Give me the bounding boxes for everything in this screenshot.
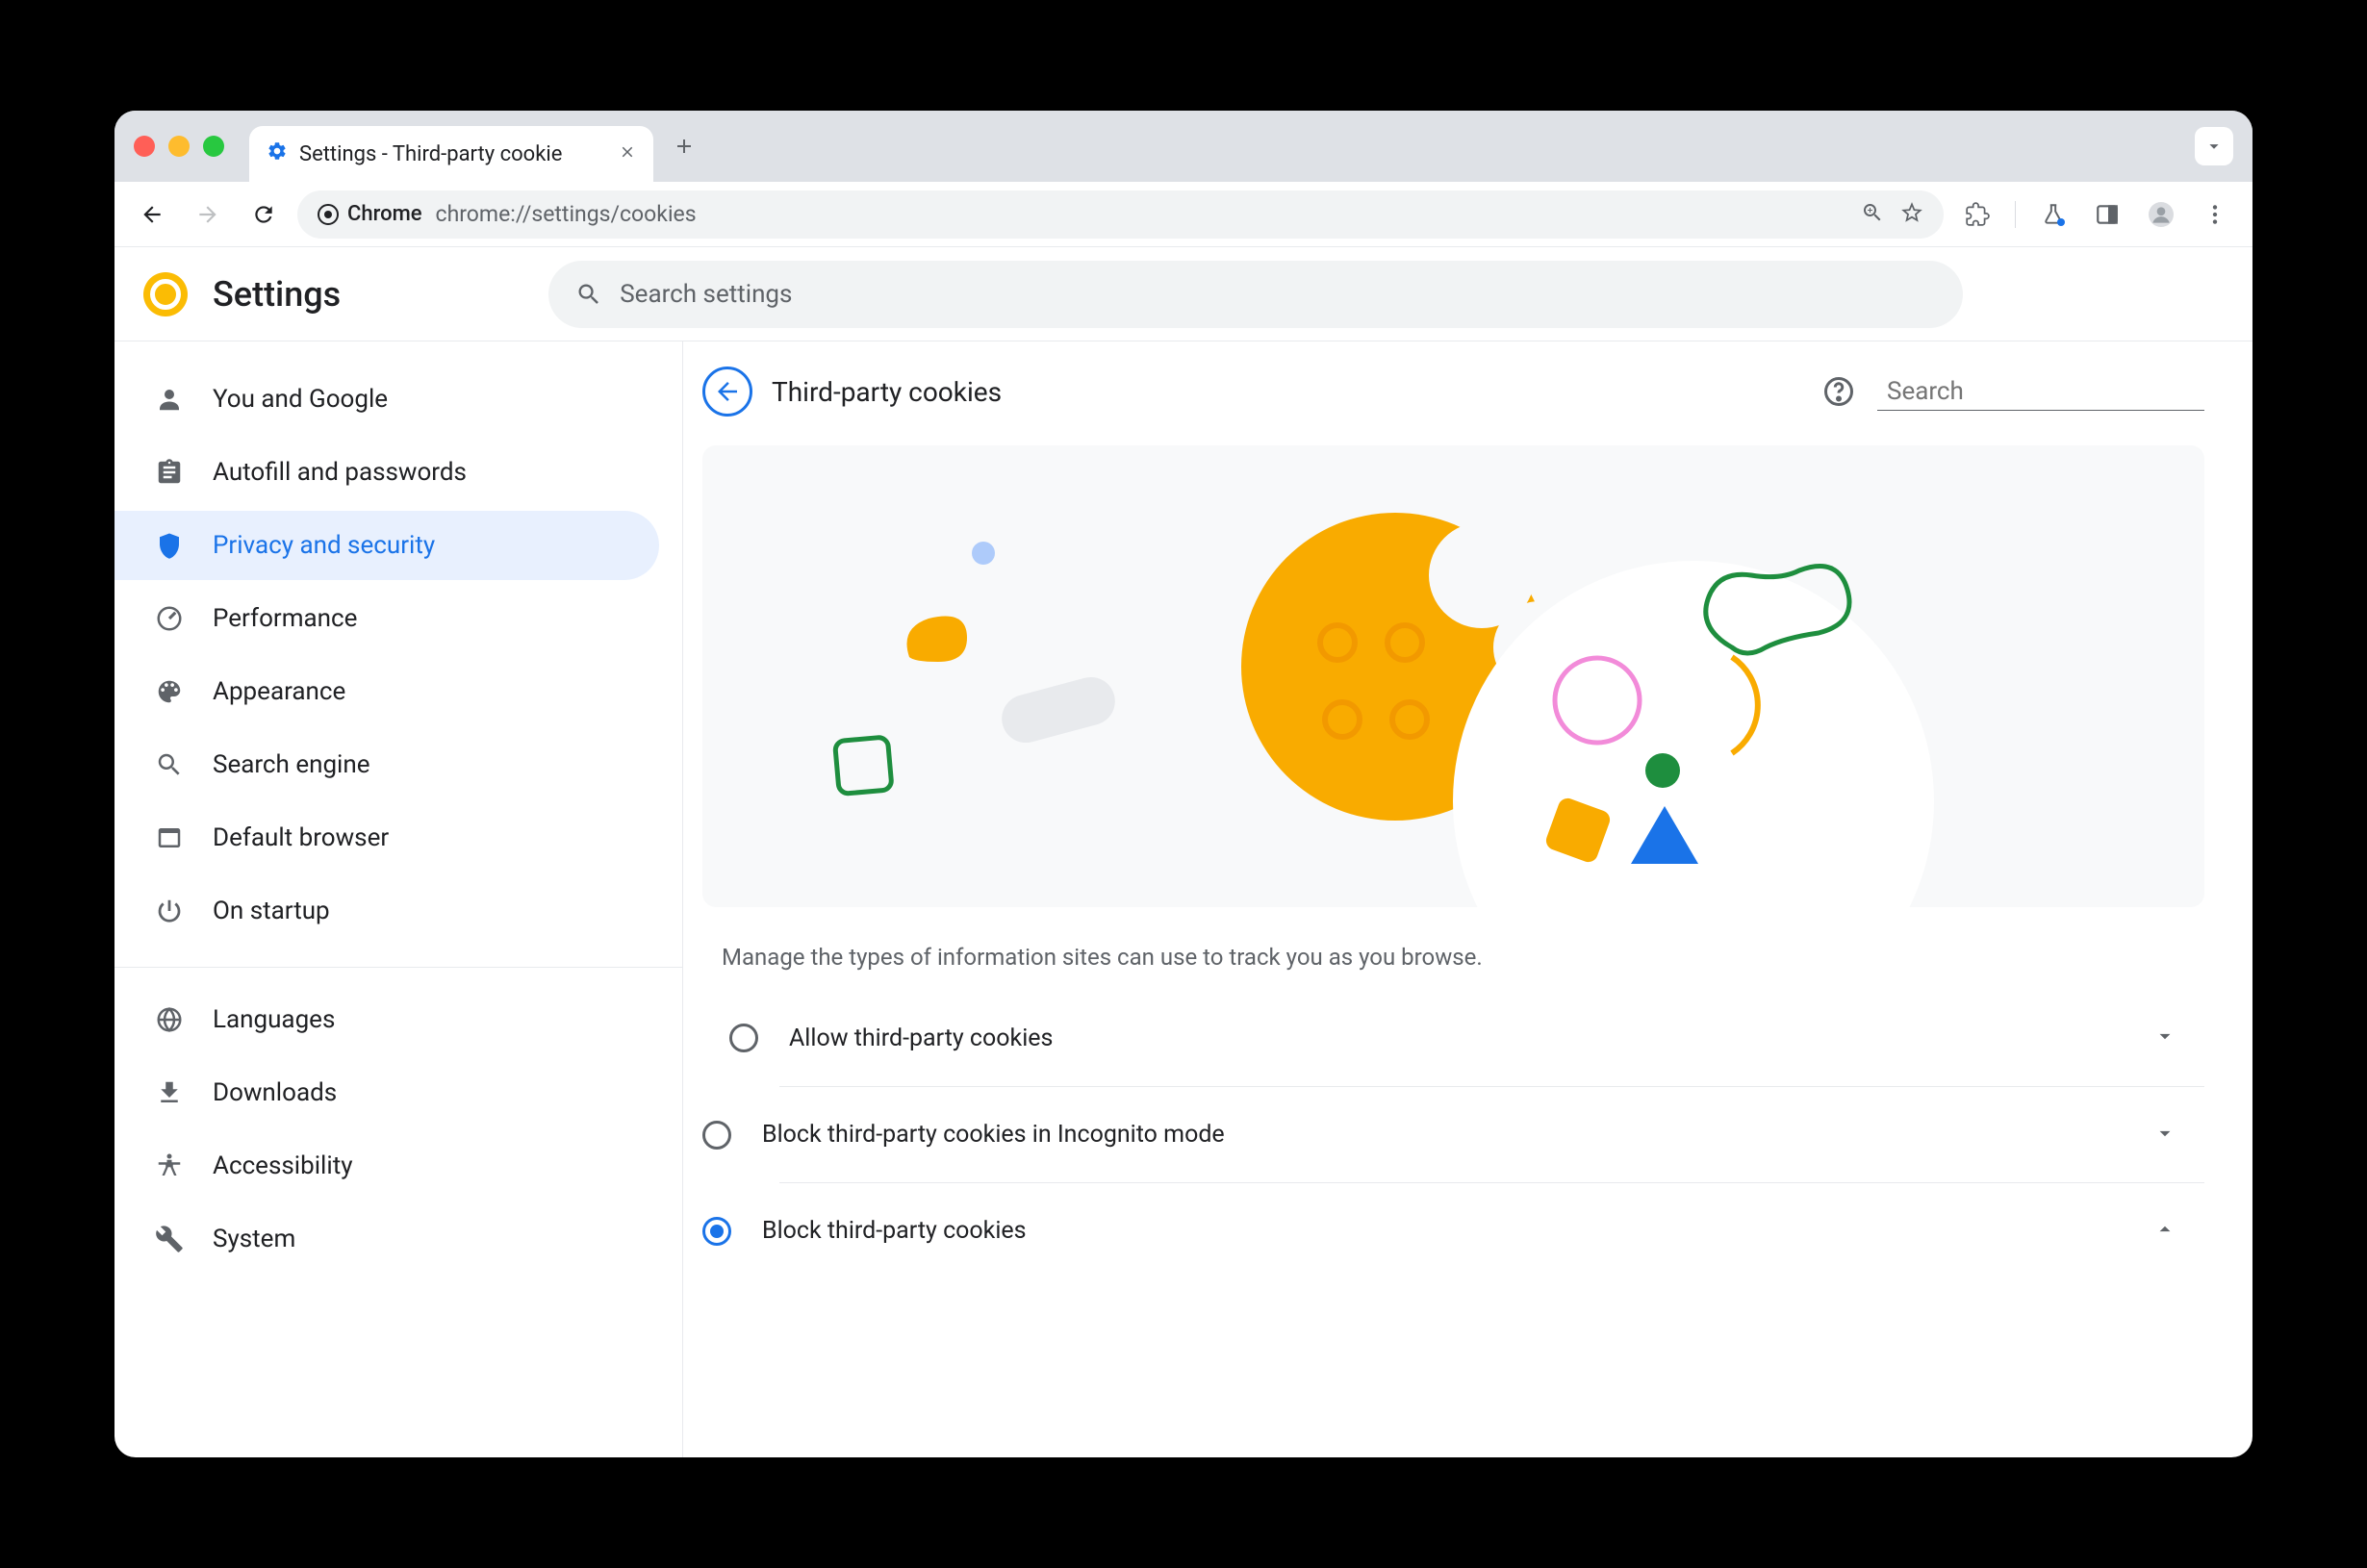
new-tab-button[interactable] — [665, 127, 703, 165]
sidebar-item-downloads[interactable]: Downloads — [115, 1058, 659, 1127]
chevron-up-icon[interactable] — [2152, 1217, 2177, 1246]
zoom-icon[interactable] — [1861, 201, 1884, 228]
back-button[interactable] — [130, 192, 174, 237]
blob-icon — [900, 609, 977, 667]
sidebar-item-privacy[interactable]: Privacy and security — [115, 511, 659, 580]
dot-icon — [972, 542, 995, 565]
tab-title: Settings - Third-party cookie — [299, 142, 607, 166]
sidebar-item-on-startup[interactable]: On startup — [115, 876, 659, 946]
page-search-field[interactable] — [1877, 373, 2204, 411]
help-icon[interactable] — [1821, 374, 1856, 409]
gear-icon — [267, 140, 288, 167]
speedometer-icon — [153, 602, 186, 635]
search-icon — [153, 748, 186, 781]
option-block[interactable]: Block third-party cookies — [779, 1182, 2204, 1278]
page-description: Manage the types of information sites ca… — [702, 934, 2204, 990]
reload-button[interactable] — [242, 192, 286, 237]
dot-icon — [1645, 753, 1680, 788]
close-tab-button[interactable] — [619, 143, 636, 165]
download-icon — [153, 1076, 186, 1109]
settings-body: You and Google Autofill and passwords Pr… — [115, 341, 2252, 1457]
power-icon — [153, 895, 186, 927]
bookmark-icon[interactable] — [1899, 200, 1924, 229]
person-icon — [153, 383, 186, 416]
menu-button[interactable] — [2193, 192, 2237, 237]
browser-tab[interactable]: Settings - Third-party cookie — [249, 126, 653, 182]
site-chip: Chrome — [317, 202, 422, 226]
chrome-logo-icon — [143, 272, 188, 316]
settings-main: Third-party cookies — [682, 341, 2252, 1457]
clipboard-icon — [153, 456, 186, 489]
url-text: chrome://settings/cookies — [436, 201, 697, 227]
sidebar-item-performance[interactable]: Performance — [115, 584, 659, 653]
chevron-down-icon[interactable] — [2152, 1024, 2177, 1052]
settings-title: Settings — [213, 274, 341, 315]
option-allow[interactable]: Allow third-party cookies — [702, 990, 2204, 1086]
sidebar-item-accessibility[interactable]: Accessibility — [115, 1131, 659, 1201]
search-placeholder: Search settings — [620, 280, 792, 309]
profile-button[interactable] — [2139, 192, 2183, 237]
square-icon — [832, 734, 900, 801]
sidebar-item-default-browser[interactable]: Default browser — [115, 803, 659, 873]
window-controls — [134, 136, 224, 157]
chevron-down-icon[interactable] — [2152, 1121, 2177, 1150]
shield-icon — [153, 529, 186, 562]
palette-icon — [153, 675, 186, 708]
wrench-icon — [153, 1223, 186, 1255]
forward-button[interactable] — [186, 192, 230, 237]
window-icon — [153, 822, 186, 854]
chrome-icon — [317, 203, 340, 226]
sidebar-item-appearance[interactable]: Appearance — [115, 657, 659, 726]
sidebar-item-system[interactable]: System — [115, 1204, 659, 1274]
labs-button[interactable] — [2031, 192, 2075, 237]
sidebar-item-search-engine[interactable]: Search engine — [115, 730, 659, 799]
maximize-window-button[interactable] — [203, 136, 224, 157]
page-header: Third-party cookies — [702, 367, 2204, 417]
address-bar[interactable]: Chrome chrome://settings/cookies — [297, 190, 1944, 239]
radio-button[interactable] — [702, 1121, 731, 1150]
settings-search[interactable]: Search settings — [548, 261, 1963, 328]
search-icon — [575, 281, 602, 308]
tab-strip: Settings - Third-party cookie — [115, 111, 2252, 182]
settings-header: Settings Search settings — [115, 247, 2252, 341]
sidebar-item-you-and-google[interactable]: You and Google — [115, 365, 659, 434]
pill-icon — [1001, 676, 1126, 744]
sidebar-item-autofill[interactable]: Autofill and passwords — [115, 438, 659, 507]
page-title: Third-party cookies — [772, 376, 1002, 408]
sidebar-item-languages[interactable]: Languages — [115, 985, 659, 1054]
arc-icon — [1722, 647, 1819, 763]
diamond-icon — [1540, 792, 1616, 869]
circle-icon — [1549, 652, 1645, 748]
page-search-input[interactable] — [1887, 377, 2208, 406]
side-panel-button[interactable] — [2085, 192, 2129, 237]
browser-window: Settings - Third-party cookie Chrome chr… — [115, 111, 2252, 1457]
extensions-button[interactable] — [1955, 192, 1999, 237]
minimize-window-button[interactable] — [168, 136, 190, 157]
globe-icon — [153, 1003, 186, 1036]
browser-toolbar: Chrome chrome://settings/cookies — [115, 182, 2252, 247]
hero-illustration — [702, 445, 2204, 907]
radio-button[interactable] — [729, 1024, 758, 1052]
tab-search-button[interactable] — [2195, 127, 2233, 165]
settings-sidebar: You and Google Autofill and passwords Pr… — [115, 341, 682, 1457]
option-block-incognito[interactable]: Block third-party cookies in Incognito m… — [779, 1086, 2204, 1182]
radio-button[interactable] — [702, 1217, 731, 1246]
close-window-button[interactable] — [134, 136, 155, 157]
triangle-icon — [1626, 801, 1703, 869]
accessibility-icon — [153, 1150, 186, 1182]
page-back-button[interactable] — [702, 367, 752, 417]
